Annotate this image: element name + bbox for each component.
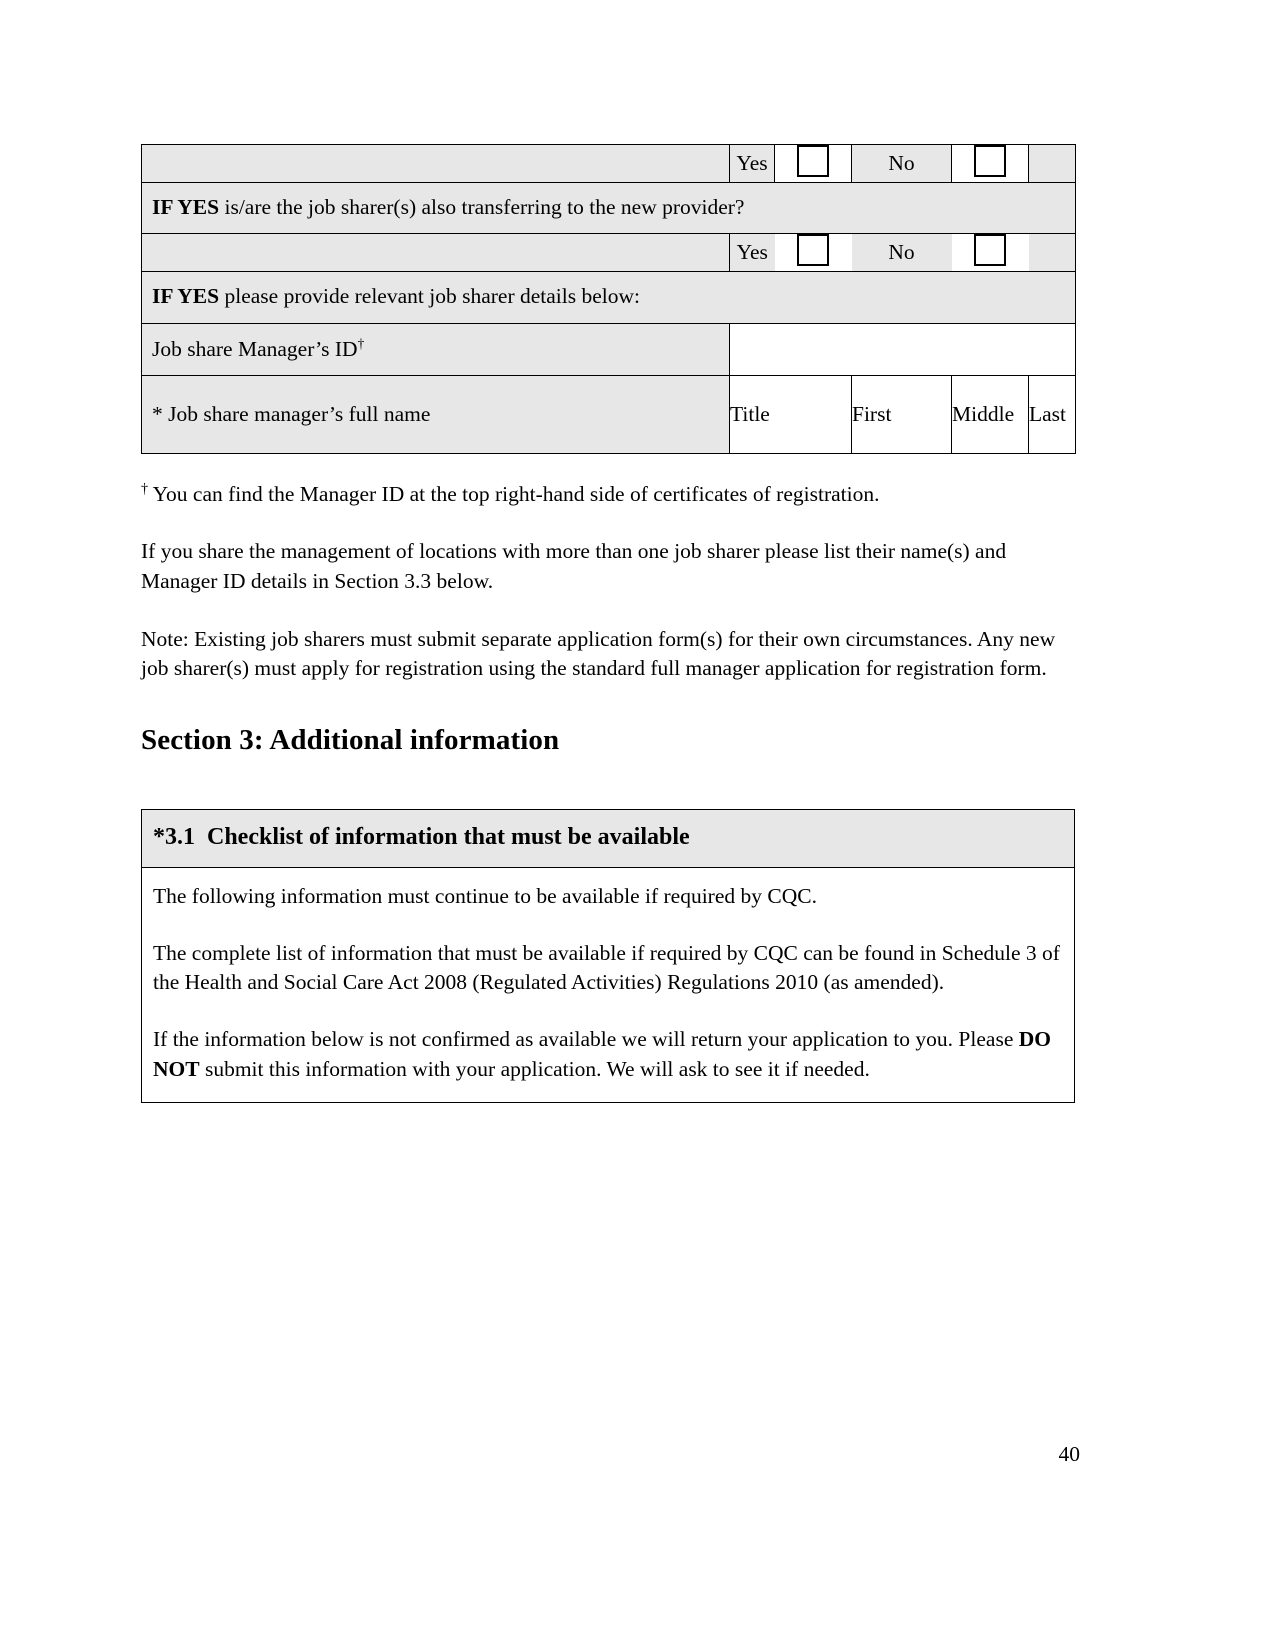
yes-label-2: Yes: [729, 233, 775, 273]
full-name-row: * Job share manager’s full name Title Fi…: [141, 374, 1076, 454]
page-number: 40: [1058, 1442, 1081, 1466]
checklist-number: *3.1: [153, 824, 195, 851]
name-column-first-header: First: [852, 401, 892, 426]
question-bold-prefix-2: IF YES: [152, 284, 220, 309]
section-3-heading: Section 3: Additional information: [141, 724, 560, 757]
checklist-header: *3.1 Checklist of information that must b…: [142, 810, 1074, 869]
yes-no-row-1-spacer: [141, 144, 730, 183]
checklist-box: *3.1 Checklist of information that must b…: [141, 809, 1075, 1104]
question-text-details: IF YES please provide relevant job share…: [142, 272, 1075, 322]
paragraph-job-sharer-list: If you share the management of locations…: [141, 539, 1007, 594]
question-text-transferring: IF YES is/are the job sharer(s) also tra…: [142, 183, 1075, 233]
yes-no-row-1-tail: [1028, 144, 1076, 183]
yes-no-row-2: Yes No: [141, 233, 1076, 273]
checklist-body: The following information must continue …: [142, 868, 1074, 1103]
name-column-middle[interactable]: Middle: [951, 374, 1029, 454]
manager-id-row: Job share Manager’s ID†: [141, 322, 1076, 376]
name-column-title[interactable]: Title: [729, 374, 852, 454]
checklist-paragraph-3-lead: If the information below is not confirme…: [153, 1027, 1019, 1051]
question-bold-prefix-1: IF YES: [152, 195, 220, 219]
name-column-first[interactable]: First: [851, 374, 952, 454]
question-cell-transferring: IF YES is/are the job sharer(s) also tra…: [141, 181, 1076, 235]
yes-label-1: Yes: [729, 144, 775, 183]
manager-id-input[interactable]: [729, 322, 1076, 376]
question-body-1: is/are the job sharer(s) also transferri…: [219, 195, 745, 219]
no-checkbox-cell-1[interactable]: [951, 144, 1029, 183]
page-content: Yes No IF YES is/are the job sharer(s) a…: [141, 144, 1076, 1104]
no-checkbox-2[interactable]: [974, 234, 1006, 267]
name-column-last[interactable]: Last: [1028, 374, 1076, 454]
document-page: Yes No IF YES is/are the job sharer(s) a…: [0, 0, 1275, 1651]
question-body-2: please provide relevant job sharer detai…: [219, 284, 640, 309]
yes-checkbox-cell-1[interactable]: [774, 144, 852, 183]
no-label-1: No: [851, 144, 952, 183]
manager-id-label-text: Job share Manager’s ID: [152, 337, 358, 362]
checklist-paragraph-2: The complete list of information that mu…: [153, 940, 1060, 995]
no-checkbox-1[interactable]: [974, 145, 1006, 177]
full-name-label: * Job share manager’s full name: [152, 402, 431, 427]
manager-id-label: Job share Manager’s ID†: [142, 327, 729, 371]
dagger-superscript-icon: †: [357, 335, 365, 351]
full-name-label-cell: * Job share manager’s full name: [141, 374, 730, 454]
yes-checkbox-2[interactable]: [797, 234, 829, 267]
name-column-middle-header: Middle: [952, 401, 1015, 426]
no-label-2: No: [851, 233, 952, 273]
name-column-last-header: Last: [1029, 401, 1067, 426]
question-row-transferring: IF YES is/are the job sharer(s) also tra…: [141, 181, 1076, 235]
yes-checkbox-cell-2[interactable]: [774, 233, 852, 273]
question-cell-details: IF YES please provide relevant job share…: [141, 271, 1076, 324]
manager-id-label-cell: Job share Manager’s ID†: [141, 322, 730, 376]
footnote-text: You can find the Manager ID at the top r…: [148, 481, 880, 506]
job-sharer-form-table: Yes No IF YES is/are the job sharer(s) a…: [141, 144, 1076, 454]
question-row-details: IF YES please provide relevant job share…: [141, 271, 1076, 324]
yes-no-row-2-tail: [1028, 233, 1076, 273]
no-checkbox-cell-2[interactable]: [951, 233, 1029, 273]
manager-id-value: [730, 327, 1075, 371]
checklist-paragraph-3: If the information below is not confirme…: [153, 1025, 1063, 1084]
yes-checkbox-1[interactable]: [797, 145, 829, 177]
yes-no-row-2-spacer: [141, 233, 730, 273]
paragraph-note-existing-sharers: Note: Existing job sharers must submit s…: [141, 626, 1056, 681]
checklist-title: Checklist of information that must be av…: [207, 824, 690, 851]
checklist-paragraph-1: The following information must continue …: [153, 884, 817, 909]
name-column-title-header: Title: [730, 401, 770, 426]
yes-no-row-1: Yes No: [141, 144, 1076, 183]
footnote-manager-id: † You can find the Manager ID at the top…: [141, 480, 1075, 510]
checklist-paragraph-3-tail: submit this information with your applic…: [199, 1056, 870, 1081]
